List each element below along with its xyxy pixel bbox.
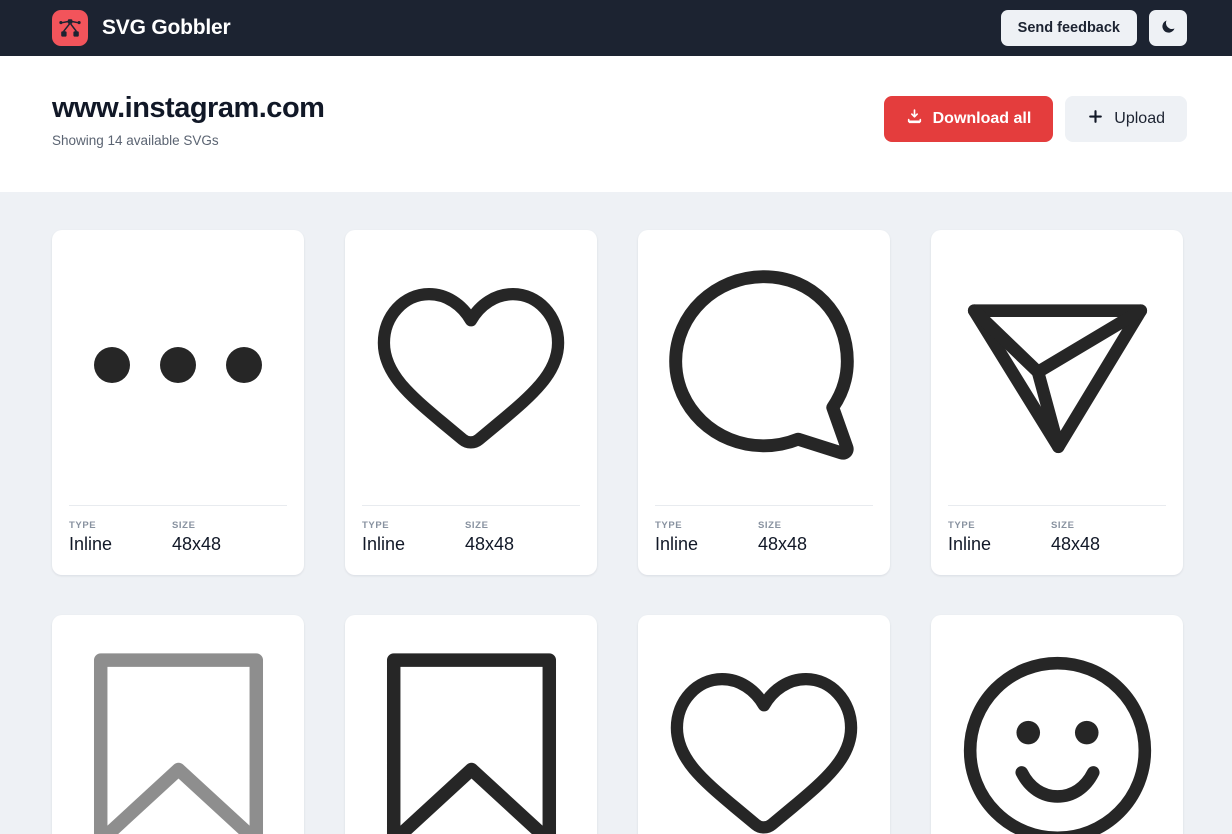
page-header-actions: Download all Upload (883, 90, 1187, 142)
size-value: 48x48 (172, 534, 222, 555)
size-value: 48x48 (465, 534, 515, 555)
plus-icon (1087, 108, 1104, 130)
svg-card[interactable]: TYPE Inline SIZE 48x48 (345, 615, 597, 834)
page-title: www.instagram.com (52, 92, 325, 124)
svg-type-field: TYPE Inline (69, 520, 172, 555)
top-bar-actions: Send feedback (1000, 10, 1187, 46)
size-value: 48x48 (1051, 534, 1101, 555)
svg-card[interactable]: TYPE Inline SIZE 48x48 (638, 230, 890, 575)
download-all-button[interactable]: Download all (883, 96, 1054, 142)
heart-outline-icon (669, 655, 859, 834)
download-all-label: Download all (932, 110, 1032, 127)
size-value: 48x48 (758, 534, 808, 555)
brand: SVG Gobbler (52, 10, 231, 46)
svg-size-field: SIZE 48x48 (172, 520, 221, 555)
type-value: Inline (655, 534, 699, 555)
svg-type-field: TYPE Inline (362, 520, 465, 555)
moon-icon (1160, 18, 1177, 38)
download-icon (906, 108, 923, 130)
svg-card-meta: TYPE Inline SIZE 48x48 (655, 505, 873, 575)
svg-card[interactable]: TYPE Inline SIZE 48x48 (638, 615, 890, 834)
type-value: Inline (69, 534, 113, 555)
svg-card[interactable]: TYPE Inline SIZE 48x48 (345, 230, 597, 575)
heart-outline-icon (376, 270, 566, 465)
type-label: TYPE (69, 520, 97, 532)
svg-preview[interactable] (931, 615, 1183, 834)
svg-card-meta: TYPE Inline SIZE 48x48 (362, 505, 580, 575)
svg-type-field: TYPE Inline (655, 520, 758, 555)
svg-grid-container: TYPE Inline SIZE 48x48 TYPE Inline SIZE … (0, 192, 1232, 834)
svg-preview[interactable] (345, 615, 597, 834)
page-header-text: www.instagram.com Showing 14 available S… (52, 90, 325, 149)
type-label: TYPE (362, 520, 390, 532)
comment-bubble-icon (664, 265, 864, 470)
svg-card[interactable]: TYPE Inline SIZE 48x48 (931, 615, 1183, 834)
svg-preview[interactable] (345, 230, 597, 505)
size-label: SIZE (172, 520, 196, 532)
paper-plane-share-icon (960, 268, 1155, 468)
svg-gobbler-node-logo-icon (52, 10, 88, 46)
svg-preview[interactable] (638, 615, 890, 834)
svg-preview[interactable] (52, 615, 304, 834)
type-label: TYPE (948, 520, 976, 532)
bookmark-outline-icon (86, 648, 271, 834)
brand-name: SVG Gobbler (102, 16, 231, 39)
smiley-face-icon (960, 653, 1155, 834)
upload-label: Upload (1114, 110, 1165, 127)
svg-count-subtitle: Showing 14 available SVGs (52, 133, 219, 149)
type-value: Inline (948, 534, 992, 555)
type-value: Inline (362, 534, 406, 555)
svg-preview[interactable] (52, 230, 304, 505)
size-label: SIZE (1051, 520, 1075, 532)
svg-preview[interactable] (638, 230, 890, 505)
svg-card-meta: TYPE Inline SIZE 48x48 (948, 505, 1166, 575)
svg-card[interactable]: TYPE Inline SIZE 48x48 (52, 230, 304, 575)
svg-card[interactable]: TYPE Inline SIZE 48x48 (52, 615, 304, 834)
size-label: SIZE (758, 520, 782, 532)
svg-preview[interactable] (931, 230, 1183, 505)
svg-size-field: SIZE 48x48 (465, 520, 514, 555)
svg-type-field: TYPE Inline (948, 520, 1051, 555)
top-navigation-bar: SVG Gobbler Send feedback (0, 0, 1232, 56)
bookmark-outline-icon (379, 648, 564, 834)
send-feedback-button[interactable]: Send feedback (1000, 10, 1137, 46)
upload-button[interactable]: Upload (1065, 96, 1187, 142)
size-label: SIZE (465, 520, 489, 532)
svg-card[interactable]: TYPE Inline SIZE 48x48 (931, 230, 1183, 575)
svg-card-meta: TYPE Inline SIZE 48x48 (69, 505, 287, 575)
svg-size-field: SIZE 48x48 (758, 520, 807, 555)
more-horizontal-dots-icon (88, 275, 268, 460)
page-header: www.instagram.com Showing 14 available S… (0, 56, 1232, 192)
type-label: TYPE (655, 520, 683, 532)
svg-size-field: SIZE 48x48 (1051, 520, 1100, 555)
svg-grid: TYPE Inline SIZE 48x48 TYPE Inline SIZE … (52, 230, 1183, 834)
theme-toggle-button[interactable] (1149, 10, 1187, 46)
